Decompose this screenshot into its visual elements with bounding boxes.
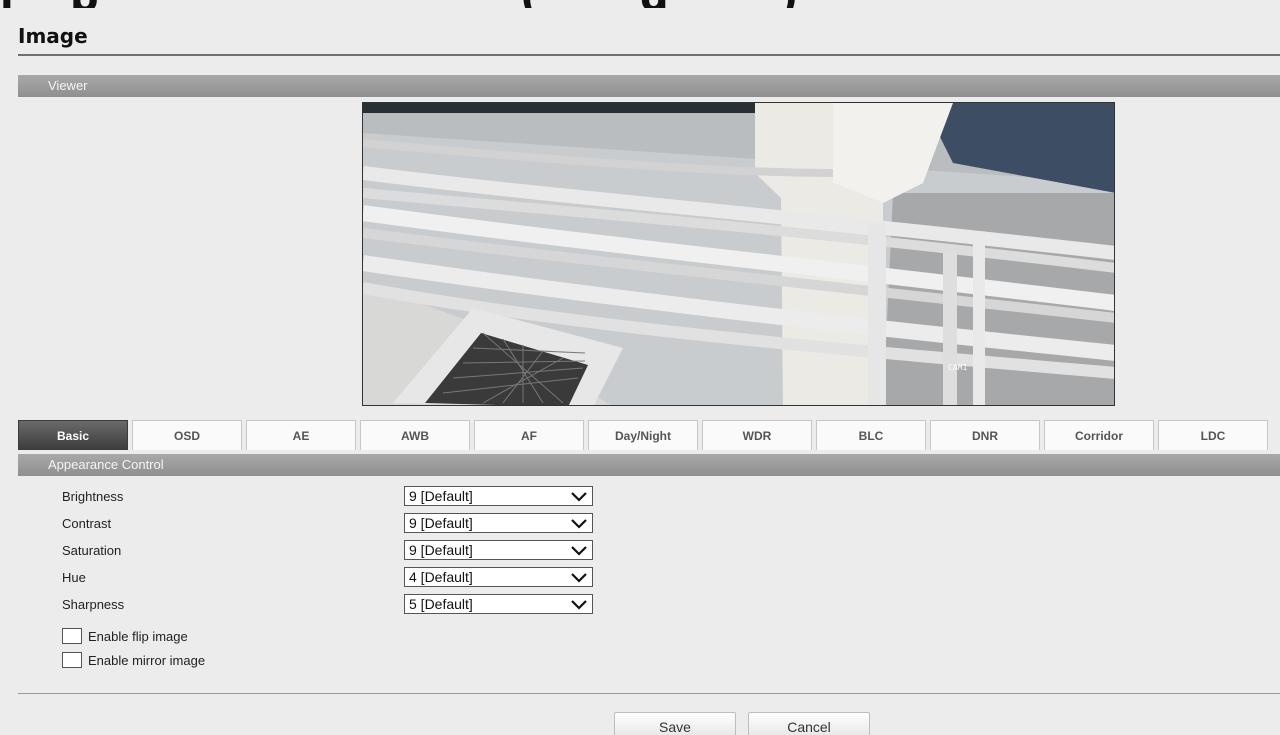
- chevron-down-icon: [571, 546, 587, 556]
- appearance-section-header: Appearance Control: [18, 454, 1280, 476]
- tab-wdr[interactable]: WDR: [702, 420, 812, 450]
- brightness-value: 9 [Default]: [409, 488, 473, 504]
- page-title: Image: [18, 24, 88, 48]
- tab-awb[interactable]: AWB: [360, 420, 470, 450]
- hue-select[interactable]: 4 [Default]: [404, 567, 593, 587]
- brightness-select[interactable]: 9 [Default]: [404, 486, 593, 506]
- tab-af[interactable]: AF: [474, 420, 584, 450]
- tab-basic[interactable]: Basic: [18, 420, 128, 450]
- tab-osd[interactable]: OSD: [132, 420, 242, 450]
- save-button[interactable]: Save: [614, 712, 736, 735]
- contrast-value: 9 [Default]: [409, 515, 473, 531]
- chevron-down-icon: [571, 519, 587, 529]
- hue-value: 4 [Default]: [409, 569, 473, 585]
- viewer-section-header: Viewer: [18, 75, 1280, 97]
- sharpness-value: 5 [Default]: [409, 596, 473, 612]
- tab-corridor[interactable]: Corridor: [1044, 420, 1154, 450]
- chevron-down-icon: [571, 600, 587, 610]
- brightness-label: Brightness: [62, 489, 124, 504]
- tab-ae[interactable]: AE: [246, 420, 356, 450]
- chevron-down-icon: [571, 492, 587, 502]
- flip-image-option: Enable flip image: [62, 627, 188, 645]
- cancel-button[interactable]: Cancel: [748, 712, 870, 735]
- camera-feed-image: CAM1: [363, 103, 1114, 405]
- sharpness-label: Sharpness: [62, 597, 125, 612]
- sharpness-select[interactable]: 5 [Default]: [404, 594, 593, 614]
- contrast-label: Contrast: [62, 516, 112, 531]
- flip-image-checkbox[interactable]: [62, 628, 82, 644]
- mirror-image-checkbox[interactable]: [62, 652, 82, 668]
- tab-ldc[interactable]: LDC: [1158, 420, 1268, 450]
- tab-blc[interactable]: BLC: [816, 420, 926, 450]
- saturation-select[interactable]: 9 [Default]: [404, 540, 593, 560]
- hue-label: Hue: [62, 570, 86, 585]
- saturation-label: Saturation: [62, 543, 122, 558]
- mirror-image-option: Enable mirror image: [62, 651, 205, 669]
- cropped-header-text: i p ( g ): [0, 0, 1280, 8]
- title-divider: [18, 54, 1280, 56]
- camera-overlay-label: CAM1: [948, 363, 967, 372]
- tab-day-night[interactable]: Day/Night: [588, 420, 698, 450]
- saturation-value: 9 [Default]: [409, 542, 473, 558]
- camera-viewer[interactable]: CAM1: [362, 102, 1115, 406]
- mirror-image-label: Enable mirror image: [88, 652, 206, 668]
- settings-tabs: Basic OSD AE AWB AF Day/Night WDR BLC DN…: [18, 420, 1280, 450]
- chevron-down-icon: [571, 573, 587, 583]
- contrast-select[interactable]: 9 [Default]: [404, 513, 593, 533]
- tab-dnr[interactable]: DNR: [930, 420, 1040, 450]
- flip-image-label: Enable flip image: [88, 628, 188, 644]
- footer-divider: [18, 693, 1280, 694]
